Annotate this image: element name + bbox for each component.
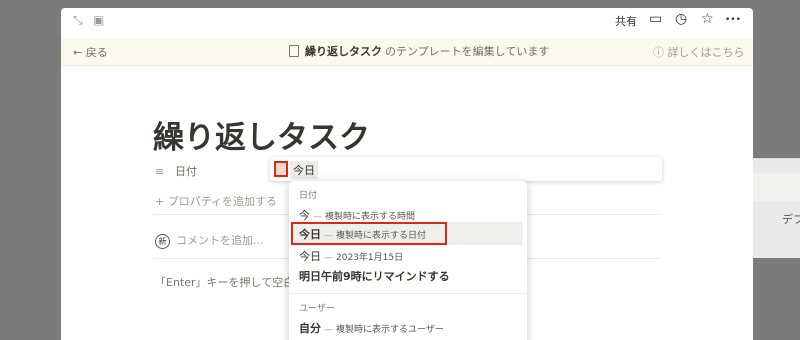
property-name: 日付	[175, 165, 197, 178]
calendar-icon[interactable]	[274, 161, 288, 177]
comment-row[interactable]: 新コメントを追加...	[155, 232, 264, 249]
menu-item-label: 自分	[299, 322, 321, 335]
page-title[interactable]: 繰り返しタスク	[153, 112, 370, 157]
menu-item-dash: —	[324, 325, 333, 335]
section-header-user: ユーザー	[299, 304, 335, 314]
menu-divider	[289, 293, 527, 294]
menu-item-dash: —	[313, 212, 322, 222]
menu-item-desc: 2023年1月15日	[336, 253, 404, 263]
date-value: 今日	[290, 161, 318, 179]
property-date[interactable]: ≡ 日付	[155, 163, 197, 179]
sidebar-icon[interactable]: ▣	[93, 13, 104, 27]
background-panel: デフ	[752, 158, 800, 258]
template-name: 繰り返しタスク	[305, 45, 382, 58]
empty-page-hint: 「Enter」キーを押して空白	[155, 276, 295, 289]
share-button[interactable]: 共有	[615, 13, 637, 29]
back-button[interactable]: ← 戻る	[73, 44, 108, 60]
learn-more-link[interactable]: ⓘ 詳しくはこちら	[653, 44, 745, 60]
menu-item-remind[interactable]: 明日午前9時にリマインドする	[299, 268, 450, 284]
add-property-button[interactable]: + プロパティを追加する	[155, 193, 277, 209]
highlight-box	[291, 222, 447, 245]
date-value-input[interactable]: 今日	[270, 157, 662, 181]
menu-item-now[interactable]: 今 — 複製時に表示する時間	[299, 207, 415, 223]
page-icon	[289, 45, 299, 57]
menu-item-desc: 複製時に表示する時間	[325, 212, 416, 222]
menu-item-me[interactable]: 自分 — 複製時に表示するユーザー	[299, 320, 444, 336]
menu-item-label: 今日	[299, 250, 321, 263]
avatar: 新	[155, 234, 170, 249]
menu-item-today-fixed[interactable]: 今日 —2023年1月15日	[299, 248, 403, 264]
expand-icon[interactable]: ⤡	[73, 13, 83, 28]
comment-input[interactable]: コメントを追加...	[176, 234, 264, 247]
star-icon[interactable]: ☆	[701, 11, 714, 27]
text-lines-icon: ≡	[155, 165, 165, 178]
comment-icon[interactable]: ▭	[649, 11, 662, 27]
banner-title: 繰り返しタスク のテンプレートを編集しています	[289, 43, 549, 59]
editing-text: のテンプレートを編集しています	[385, 45, 550, 58]
background-text: デフ	[782, 213, 800, 226]
top-bar: ⤡ ▣ 共有 ▭ ◷ ☆ •••	[61, 8, 753, 34]
background-row-highlight	[752, 173, 800, 201]
clock-icon[interactable]: ◷	[675, 11, 687, 27]
template-banner: ← 戻る 繰り返しタスク のテンプレートを編集しています ⓘ 詳しくはこちら	[61, 38, 753, 66]
date-dropdown-menu: 日付 今 — 複製時に表示する時間 今日 — 複製時に表示する日付 今日 —2023年1月…	[289, 181, 527, 340]
section-header-date: 日付	[299, 191, 318, 201]
menu-item-label: 今	[299, 209, 310, 222]
menu-item-desc: 複製時に表示するユーザー	[336, 325, 444, 335]
menu-item-dash: —	[324, 253, 333, 263]
more-icon[interactable]: •••	[725, 15, 741, 25]
